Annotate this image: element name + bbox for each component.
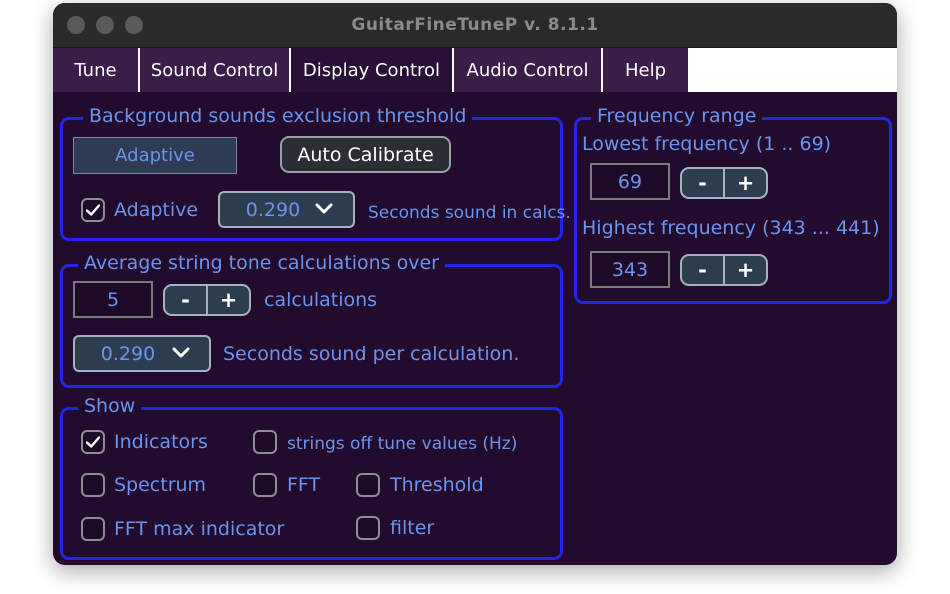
window-title: GuitarFineTuneP v. 8.1.1 (351, 15, 599, 35)
chevron-down-icon (172, 347, 190, 358)
highest-frequency-increment-button[interactable]: + (725, 256, 766, 284)
spectrum-checkbox[interactable] (81, 473, 105, 497)
indicators-label: Indicators (114, 431, 208, 453)
show-panel: Show Indicators strings off tune values … (60, 394, 563, 560)
title-bar: GuitarFineTuneP v. 8.1.1 (53, 3, 897, 47)
adaptive-checkbox-label: Adaptive (114, 199, 199, 221)
background-threshold-panel: Background sounds exclusion threshold Ad… (60, 104, 571, 241)
fft-label: FFT (287, 474, 321, 496)
tab-sound-control[interactable]: Sound Control (140, 48, 291, 92)
frequency-range-legend: Frequency range (591, 104, 763, 128)
app-window: GuitarFineTuneP v. 8.1.1 Tune Sound Cont… (53, 3, 897, 565)
threshold-seconds-dropdown[interactable]: 0.290 (218, 191, 355, 228)
average-calc-panel: Average string tone calculations over 5 … (60, 251, 563, 388)
filter-label: filter (390, 517, 435, 539)
lowest-frequency-stepper: - + (680, 167, 768, 199)
chevron-down-icon (315, 203, 333, 214)
threshold-seconds-label: Seconds sound in calcs. (368, 203, 571, 223)
show-legend: Show (78, 394, 142, 418)
lowest-frequency-field[interactable]: 69 (590, 163, 670, 200)
lowest-frequency-decrement-button[interactable]: - (682, 169, 723, 197)
lowest-frequency-label: Lowest frequency (1 .. 69) (582, 133, 832, 155)
highest-frequency-stepper: - + (680, 254, 768, 286)
tab-display-control[interactable]: Display Control (291, 48, 454, 92)
fft-max-indicator-checkbox[interactable] (81, 517, 105, 541)
adaptive-checkbox[interactable] (81, 198, 105, 222)
strings-off-tune-label: strings off tune values (Hz) (287, 434, 518, 454)
calc-seconds-value: 0.290 (100, 342, 156, 365)
strings-off-tune-checkbox[interactable] (253, 430, 277, 454)
threshold-checkbox[interactable] (356, 473, 380, 497)
highest-frequency-decrement-button[interactable]: - (682, 256, 723, 284)
calc-seconds-dropdown[interactable]: 0.290 (73, 335, 211, 372)
calculations-decrement-button[interactable]: - (165, 286, 206, 314)
frequency-range-panel: Frequency range Lowest frequency (1 .. 6… (574, 104, 892, 304)
threshold-label: Threshold (390, 474, 484, 496)
adaptive-mode-button[interactable]: Adaptive (73, 137, 237, 174)
checkmark-icon (85, 436, 101, 448)
average-calc-legend: Average string tone calculations over (78, 251, 445, 275)
tab-audio-control[interactable]: Audio Control (454, 48, 603, 92)
indicators-checkbox[interactable] (81, 430, 105, 454)
tab-help[interactable]: Help (603, 48, 690, 92)
calculations-stepper: - + (163, 284, 251, 316)
calculations-label: calculations (264, 289, 378, 311)
fft-max-indicator-label: FFT max indicator (114, 518, 285, 540)
spectrum-label: Spectrum (114, 474, 207, 496)
calc-seconds-label: Seconds sound per calculation. (223, 343, 520, 365)
auto-calibrate-button[interactable]: Auto Calibrate (280, 136, 451, 173)
calculations-count-field[interactable]: 5 (73, 281, 153, 318)
filter-checkbox[interactable] (356, 516, 380, 540)
lowest-frequency-increment-button[interactable]: + (725, 169, 766, 197)
checkmark-icon (85, 204, 101, 216)
tab-bar: Tune Sound Control Display Control Audio… (53, 48, 897, 92)
threshold-seconds-value: 0.290 (245, 198, 301, 221)
fft-checkbox[interactable] (253, 473, 277, 497)
calculations-increment-button[interactable]: + (208, 286, 249, 314)
tab-tune[interactable]: Tune (53, 48, 140, 92)
background-threshold-legend: Background sounds exclusion threshold (83, 104, 473, 128)
highest-frequency-label: Highest frequency (343 ... 441) (582, 217, 880, 239)
highest-frequency-field[interactable]: 343 (590, 251, 670, 288)
